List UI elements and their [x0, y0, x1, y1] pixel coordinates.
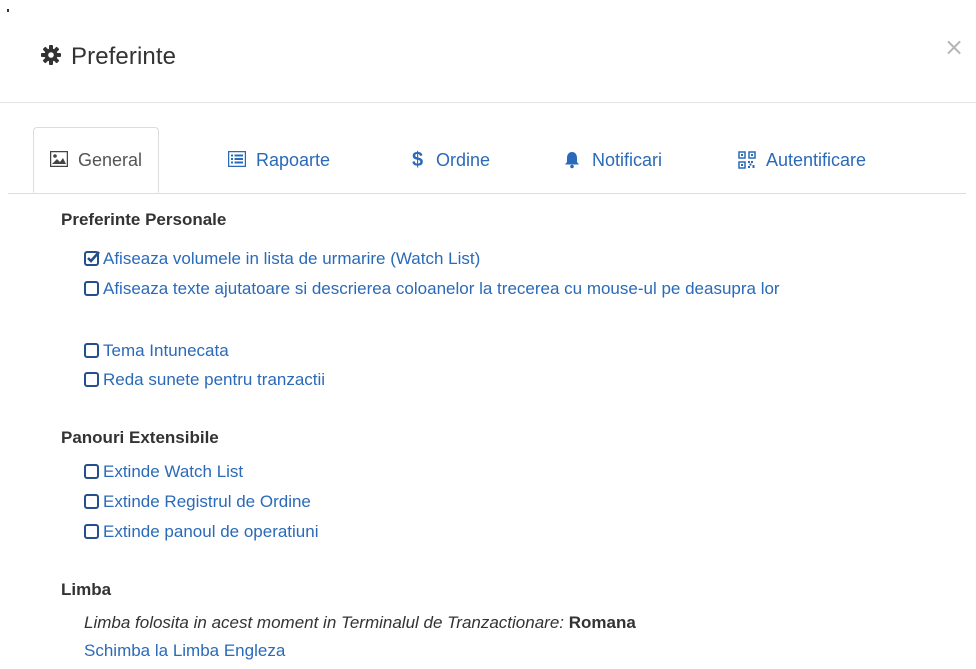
checkbox-checked-icon[interactable]: [84, 251, 100, 266]
tab-autentificare[interactable]: Autentificare: [738, 127, 866, 193]
section-heading-language: Limba: [61, 580, 112, 599]
tab-notificari-label: Notificari: [592, 149, 663, 170]
current-language-text: Limba folosita in acest moment in Termin…: [84, 613, 636, 633]
option-expand-orderbook[interactable]: Extinde Registrul de Ordine: [84, 488, 904, 516]
tabs: General Rapoarte $ Ordine Notificari Aut…: [8, 127, 966, 194]
tab-ordine-label: Ordine: [436, 149, 491, 170]
tab-rapoarte[interactable]: Rapoarte: [228, 127, 330, 193]
dollar-icon: $: [412, 149, 424, 171]
image-icon: [50, 151, 68, 169]
option-label: Extinde Watch List: [103, 462, 244, 481]
modal-title: Preferinte: [71, 43, 177, 70]
checkbox-icon[interactable]: [84, 494, 99, 509]
section-heading-panels: Panouri Extensibile: [61, 428, 219, 447]
option-show-volumes[interactable]: Afiseaza volumele in lista de urmarire (…: [84, 245, 904, 273]
option-dark-theme[interactable]: Tema Intunecata: [84, 337, 904, 365]
option-label: Afiseaza texte ajutatoare si descrierea …: [103, 279, 780, 298]
option-label: Afiseaza volumele in lista de urmarire (…: [103, 249, 481, 268]
current-language-label: Limba folosita in acest moment in Termin…: [84, 613, 565, 632]
qrcode-icon: [738, 151, 756, 169]
option-label: Tema Intunecata: [103, 341, 229, 360]
option-show-tooltips[interactable]: Afiseaza texte ajutatoare si descrierea …: [84, 275, 844, 303]
tab-notificari[interactable]: Notificari: [564, 127, 662, 193]
checkbox-icon[interactable]: [84, 372, 99, 387]
list-icon: [228, 151, 246, 169]
option-expand-operations[interactable]: Extinde panoul de operatiuni: [84, 518, 904, 546]
option-label: Extinde Registrul de Ordine: [103, 492, 311, 511]
option-label: Reda sunete pentru tranzactii: [103, 370, 326, 389]
switch-language-link[interactable]: Schimba la Limba Engleza: [84, 641, 285, 661]
current-language-value: Romana: [568, 613, 636, 632]
gear-icon: [41, 45, 61, 65]
option-label: Extinde panoul de operatiuni: [103, 522, 319, 541]
bell-icon: [564, 151, 582, 169]
tab-general-label: General: [78, 149, 143, 170]
checkbox-icon[interactable]: [84, 343, 99, 358]
checkbox-icon[interactable]: [84, 281, 99, 296]
option-play-sounds[interactable]: Reda sunete pentru tranzactii: [84, 366, 904, 394]
close-button[interactable]: ×: [944, 35, 964, 59]
modal-header: Preferinte ×: [0, 0, 976, 103]
option-expand-watchlist[interactable]: Extinde Watch List: [84, 458, 904, 486]
tab-autentificare-label: Autentificare: [766, 149, 867, 170]
tab-general[interactable]: General: [33, 127, 160, 193]
checkbox-icon[interactable]: [84, 464, 99, 479]
tab-rapoarte-label: Rapoarte: [256, 149, 331, 170]
tab-ordine[interactable]: $ Ordine: [412, 127, 490, 193]
section-heading-personal: Preferinte Personale: [61, 210, 227, 229]
checkbox-icon[interactable]: [84, 524, 99, 539]
